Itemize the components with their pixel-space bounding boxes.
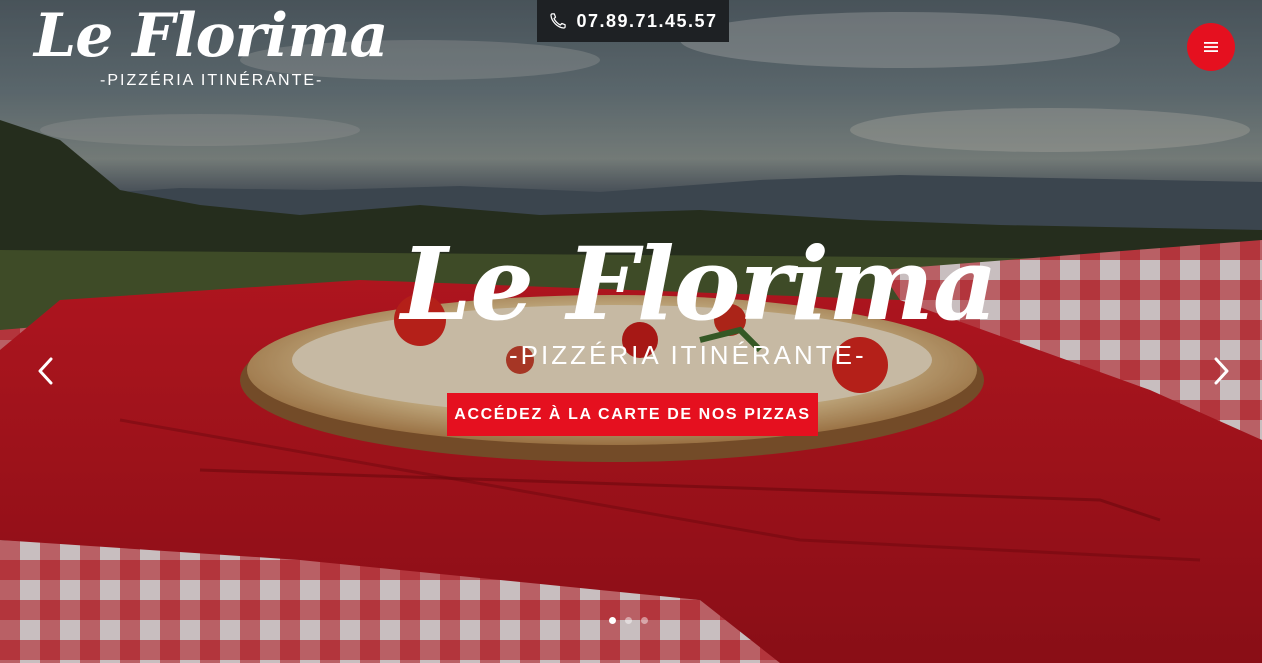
slider-pagination [609,617,648,624]
slider-dot-2[interactable] [625,617,632,624]
phone-icon [550,13,567,29]
hero-logo: Le Florima -PIZZÉRIA ITINÉRANTE- [395,230,998,375]
chevron-right-icon [1214,357,1229,385]
pizza-menu-button[interactable]: ACCÉDEZ À LA CARTE DE NOS PIZZAS [447,393,818,436]
phone-number: 07.89.71.45.57 [576,10,718,31]
menu-button[interactable] [1187,23,1235,71]
site-logo[interactable]: Le Florima -PIZZÉRIA ITINÉRANTE- [32,2,388,96]
slider-next-button[interactable] [1202,352,1240,390]
chevron-left-icon [38,357,53,385]
slider-dot-1[interactable] [609,617,616,624]
logo-script-text: Le Florima [34,1,388,71]
hamburger-icon [1204,42,1218,52]
slider-prev-button[interactable] [27,352,65,390]
phone-link[interactable]: 07.89.71.45.57 [537,0,729,42]
logo-tagline: -PIZZÉRIA ITINÉRANTE- [100,72,324,89]
slider-dot-3[interactable] [641,617,648,624]
hero-logo-tagline: -PIZZÉRIA ITINÉRANTE- [509,340,867,370]
hero-logo-script: Le Florima [401,225,998,343]
